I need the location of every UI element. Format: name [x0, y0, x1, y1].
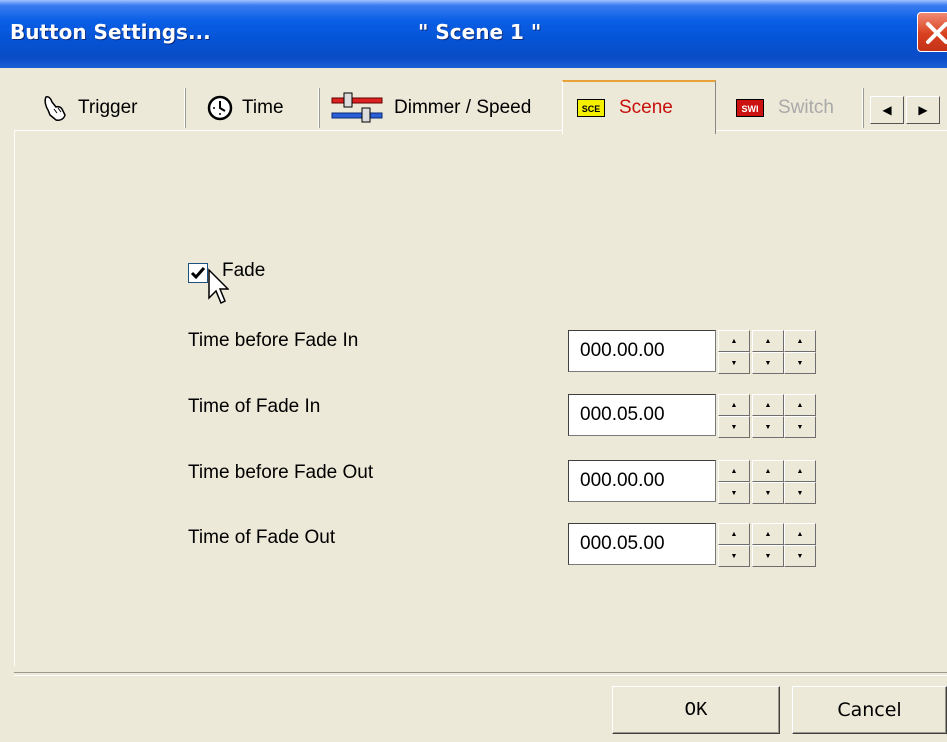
tab-strip: Trigger Time Dimmer / Speed SCE Scene SW…: [0, 68, 947, 134]
arrow-up-icon: ▲: [796, 467, 804, 475]
time-of-fade-in-input[interactable]: 000.05.00: [568, 394, 716, 436]
spin-up-button[interactable]: ▲: [752, 460, 784, 482]
time-before-fade-out-spinners: ▲ ▲ ▲ ▼ ▼ ▼: [718, 460, 816, 504]
arrow-down-icon: ▼: [796, 489, 804, 497]
sliders-icon: [331, 92, 383, 123]
arrow-down-icon: ▼: [730, 489, 738, 497]
switch-icon-text: SWI: [742, 104, 759, 114]
arrow-up-icon: ▲: [764, 530, 772, 538]
spin-down-button[interactable]: ▼: [784, 416, 816, 438]
tab-switch[interactable]: SWI Switch: [736, 86, 834, 130]
arrow-down-icon: ▼: [796, 423, 804, 431]
arrow-down-icon: ▼: [764, 423, 772, 431]
spin-down-button[interactable]: ▼: [718, 352, 750, 374]
arrow-down-icon: ▼: [730, 423, 738, 431]
window-title: Button Settings...: [10, 20, 211, 44]
title-bar: Button Settings... " Scene 1 ": [0, 0, 947, 68]
close-icon: [926, 22, 947, 44]
arrow-down-icon: ▼: [764, 552, 772, 560]
spin-down-button[interactable]: ▼: [752, 545, 784, 567]
arrow-up-icon: ▲: [796, 337, 804, 345]
checkmark-icon: [190, 267, 206, 280]
arrow-down-icon: ▼: [764, 359, 772, 367]
tab-divider: [862, 88, 864, 128]
arrow-up-icon: ▲: [730, 401, 738, 409]
spin-down-button[interactable]: ▼: [752, 352, 784, 374]
arrow-up-icon: ▲: [730, 467, 738, 475]
arrow-up-icon: ▲: [764, 467, 772, 475]
arrow-down-icon: ▼: [796, 552, 804, 560]
arrow-left-icon: ◀: [882, 103, 892, 117]
scene-icon-text: SCE: [582, 104, 601, 114]
spin-down-button[interactable]: ▼: [718, 545, 750, 567]
spin-down-button[interactable]: ▼: [718, 482, 750, 504]
arrow-up-icon: ▲: [796, 530, 804, 538]
tab-scroll-left-button[interactable]: ◀: [870, 96, 904, 124]
mouse-cursor-icon: [208, 268, 229, 305]
time-before-fade-out-label: Time before Fade Out: [188, 462, 374, 483]
tab-label: Time: [242, 97, 284, 118]
time-of-fade-in-spinners: ▲ ▲ ▲ ▼ ▼ ▼: [718, 394, 816, 438]
scene-icon: SCE: [577, 99, 605, 117]
tab-scroll-right-button[interactable]: ▶: [906, 96, 940, 124]
spin-up-button[interactable]: ▲: [718, 394, 750, 416]
ok-button[interactable]: OK: [612, 686, 780, 734]
time-of-fade-out-spinners: ▲ ▲ ▲ ▼ ▼ ▼: [718, 523, 816, 567]
spin-up-button[interactable]: ▲: [718, 523, 750, 545]
arrow-down-icon: ▼: [764, 489, 772, 497]
spin-down-button[interactable]: ▼: [784, 352, 816, 374]
spin-down-button[interactable]: ▼: [718, 416, 750, 438]
tab-label: Switch: [778, 97, 834, 118]
tab-label: Scene: [619, 97, 673, 118]
time-before-fade-in-input[interactable]: 000.00.00: [568, 330, 716, 372]
tab-divider: [318, 88, 320, 128]
spin-down-button[interactable]: ▼: [784, 482, 816, 504]
tab-scroll-buttons: ◀ ▶: [870, 96, 946, 124]
hand-pointer-icon: [44, 96, 66, 121]
close-button[interactable]: [917, 12, 947, 52]
time-of-fade-out-label: Time of Fade Out: [188, 527, 336, 548]
arrow-up-icon: ▲: [764, 401, 772, 409]
time-of-fade-out-input[interactable]: 000.05.00: [568, 523, 716, 565]
fade-checkbox[interactable]: [188, 263, 208, 283]
spin-up-button[interactable]: ▲: [752, 523, 784, 545]
time-before-fade-out-input[interactable]: 000.00.00: [568, 460, 716, 502]
arrow-up-icon: ▲: [730, 337, 738, 345]
time-before-fade-in-spinners: ▲ ▲ ▲ ▼ ▼ ▼: [718, 330, 816, 374]
tab-trigger[interactable]: Trigger: [40, 86, 137, 130]
arrow-down-icon: ▼: [796, 359, 804, 367]
spin-up-button[interactable]: ▲: [784, 394, 816, 416]
switch-icon: SWI: [736, 99, 764, 117]
arrow-down-icon: ▼: [730, 359, 738, 367]
arrow-up-icon: ▲: [796, 401, 804, 409]
bottom-divider: [14, 672, 947, 676]
arrow-up-icon: ▲: [730, 530, 738, 538]
arrow-right-icon: ▶: [918, 103, 928, 117]
spin-up-button[interactable]: ▲: [718, 460, 750, 482]
tab-label: Dimmer / Speed: [394, 97, 532, 118]
tab-scene[interactable]: SCE Scene: [562, 80, 716, 134]
spin-down-button[interactable]: ▼: [752, 416, 784, 438]
spin-up-button[interactable]: ▲: [784, 460, 816, 482]
tab-time[interactable]: Time: [206, 86, 284, 130]
tab-dimmer-speed[interactable]: Dimmer / Speed: [330, 86, 531, 130]
time-before-fade-in-label: Time before Fade In: [188, 330, 359, 351]
spin-down-button[interactable]: ▼: [752, 482, 784, 504]
time-of-fade-in-label: Time of Fade In: [188, 396, 321, 417]
window-subtitle: " Scene 1 ": [418, 20, 542, 44]
tab-label: Trigger: [78, 97, 138, 118]
spin-up-button[interactable]: ▲: [784, 523, 816, 545]
spin-up-button[interactable]: ▲: [752, 330, 784, 352]
cancel-button[interactable]: Cancel: [792, 686, 947, 734]
arrow-up-icon: ▲: [764, 337, 772, 345]
clock-icon: [207, 95, 233, 121]
arrow-down-icon: ▼: [730, 552, 738, 560]
spin-up-button[interactable]: ▲: [784, 330, 816, 352]
spin-down-button[interactable]: ▼: [784, 545, 816, 567]
spin-up-button[interactable]: ▲: [752, 394, 784, 416]
tab-divider: [184, 88, 186, 128]
spin-up-button[interactable]: ▲: [718, 330, 750, 352]
